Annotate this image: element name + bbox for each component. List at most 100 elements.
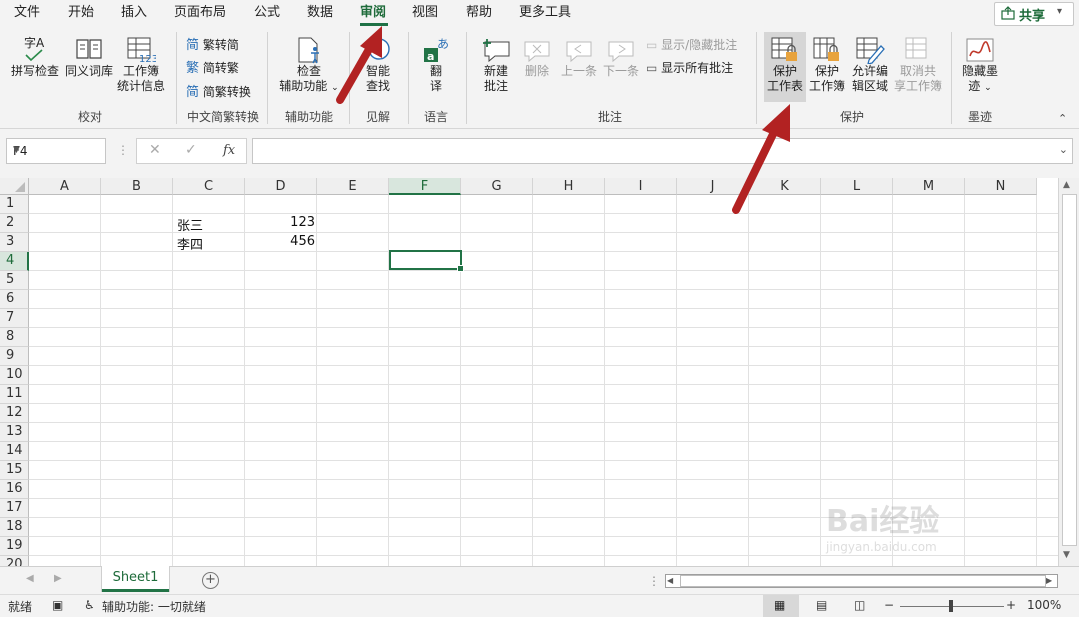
simp-to-trad-button[interactable]: 繁 简转繁 — [186, 57, 239, 76]
svg-text:a: a — [427, 50, 434, 63]
column-header-e[interactable]: E — [317, 178, 389, 195]
row-header-10[interactable]: 10 — [0, 366, 29, 385]
sheet-tab-sheet1[interactable]: Sheet1 — [102, 566, 169, 592]
row-header-11[interactable]: 11 — [0, 385, 29, 404]
column-header-h[interactable]: H — [533, 178, 605, 195]
column-header-l[interactable]: L — [821, 178, 893, 195]
previous-comment-button[interactable]: 上一条 — [558, 34, 600, 100]
scroll-thumb[interactable] — [1062, 194, 1077, 546]
cell-c3[interactable]: 李四 — [177, 234, 203, 253]
collapse-ribbon-icon[interactable]: ⌃ — [1058, 112, 1067, 125]
row-header-13[interactable]: 13 — [0, 423, 29, 442]
vertical-scrollbar[interactable]: ▲ ▼ — [1058, 178, 1079, 566]
row-header-18[interactable]: 18 — [0, 518, 29, 537]
grip-icon: ⋮ — [117, 143, 129, 157]
row-header-7[interactable]: 7 — [0, 309, 29, 328]
row-header-12[interactable]: 12 — [0, 404, 29, 423]
menu-file[interactable]: 文件 — [14, 0, 40, 28]
accessibility-status-icon[interactable]: ♿ — [84, 598, 95, 612]
allow-edit-ranges-button[interactable]: 允许编 辑区域 — [848, 32, 892, 102]
formula-input[interactable]: ⌄ — [252, 138, 1073, 164]
column-header-n[interactable]: N — [965, 178, 1037, 195]
grid-row-line — [29, 422, 1058, 423]
grid-row-line — [29, 384, 1058, 385]
select-all-corner[interactable] — [0, 178, 29, 195]
column-header-d[interactable]: D — [245, 178, 317, 195]
cell-d2[interactable]: 123 — [285, 215, 315, 230]
macro-record-icon[interactable]: ▣ — [52, 598, 63, 612]
row-header-14[interactable]: 14 — [0, 442, 29, 461]
scroll-left-icon[interactable]: ◀ — [667, 576, 673, 585]
thesaurus-button[interactable]: 同义词库 — [62, 34, 116, 96]
hide-ink-button[interactable]: 隐藏墨 迹 ⌄ — [958, 34, 1002, 100]
menu-bar: 文件 开始 插入 页面布局 公式 数据 审阅 视图 帮助 更多工具 — [0, 0, 1079, 28]
menu-view[interactable]: 视图 — [412, 0, 438, 28]
scroll-right-icon[interactable]: ▶ — [1046, 576, 1052, 585]
translate-button[interactable]: aあ 翻 译 — [414, 34, 458, 100]
show-hide-comment-button[interactable]: ▭ 显示/隐藏批注 — [646, 36, 737, 53]
column-header-f[interactable]: F — [389, 178, 461, 195]
unshare-workbook-button[interactable]: 取消共 享工作簿 — [892, 32, 944, 102]
scroll-up-icon[interactable]: ▲ — [1063, 180, 1070, 190]
column-header-g[interactable]: G — [461, 178, 533, 195]
row-header-6[interactable]: 6 — [0, 290, 29, 309]
active-cell-f4[interactable] — [389, 250, 464, 272]
row-header-1[interactable]: 1 — [0, 195, 29, 214]
menu-home[interactable]: 开始 — [68, 0, 94, 28]
row-header-5[interactable]: 5 — [0, 271, 29, 290]
row-header-2[interactable]: 2 — [0, 214, 29, 233]
row-header-3[interactable]: 3 — [0, 233, 29, 252]
menu-more-tools[interactable]: 更多工具 — [519, 0, 571, 28]
insert-function-icon[interactable]: fx — [223, 143, 235, 158]
delete-comment-button[interactable]: 删除 — [518, 34, 556, 100]
enter-icon[interactable]: ✓ — [185, 142, 197, 158]
next-comment-button[interactable]: 下一条 — [600, 34, 642, 100]
row-header-15[interactable]: 15 — [0, 461, 29, 480]
menu-page-layout[interactable]: 页面布局 — [174, 0, 226, 28]
scroll-down-icon[interactable]: ▼ — [1063, 550, 1070, 560]
row-header-8[interactable]: 8 — [0, 328, 29, 347]
chinese-convert-button[interactable]: 简 简繁转换 — [186, 81, 251, 100]
column-header-c[interactable]: C — [173, 178, 245, 195]
name-box[interactable]: F4 ▼ — [6, 138, 106, 164]
trad-to-simp-button[interactable]: 简 繁转简 — [186, 34, 239, 53]
column-header-m[interactable]: M — [893, 178, 965, 195]
page-break-view-icon[interactable]: ◫ — [854, 598, 865, 612]
share-button[interactable]: 共享 ▾ — [994, 2, 1074, 26]
column-header-i[interactable]: I — [605, 178, 677, 195]
accessibility-status[interactable]: 辅助功能: 一切就绪 — [102, 598, 206, 615]
cell-c2[interactable]: 张三 — [177, 215, 203, 234]
fill-handle[interactable] — [457, 265, 464, 272]
row-header-16[interactable]: 16 — [0, 480, 29, 499]
cancel-icon[interactable]: ✕ — [149, 142, 161, 158]
horizontal-scroll-thumb[interactable] — [680, 575, 1046, 587]
protect-workbook-button[interactable]: 保护 工作簿 — [806, 32, 848, 102]
row-header-19[interactable]: 19 — [0, 537, 29, 556]
tab-scroll-left-icon[interactable]: ◀ — [26, 573, 34, 584]
zoom-slider-thumb[interactable] — [949, 600, 953, 612]
tab-scroll-right-icon[interactable]: ▶ — [54, 573, 62, 584]
row-header-17[interactable]: 17 — [0, 499, 29, 518]
splitter-icon[interactable]: ⋮ — [648, 574, 660, 588]
row-header-20[interactable]: 20 — [0, 556, 29, 566]
new-comment-button[interactable]: 新建 批注 — [474, 34, 518, 100]
menu-formulas[interactable]: 公式 — [254, 0, 280, 28]
expand-formula-icon[interactable]: ⌄ — [1059, 143, 1068, 156]
page-layout-view-icon[interactable]: ▤ — [816, 598, 827, 612]
workbook-statistics-button[interactable]: 123 工作簿 统计信息 — [114, 34, 168, 100]
zoom-out-icon[interactable]: − — [884, 598, 894, 612]
normal-view-button[interactable]: ▦ — [763, 595, 799, 617]
cell-d3[interactable]: 456 — [285, 234, 315, 249]
add-sheet-icon[interactable]: + — [202, 572, 219, 589]
row-header-9[interactable]: 9 — [0, 347, 29, 366]
protect-sheet-button[interactable]: 保护 工作表 — [764, 32, 806, 102]
menu-help[interactable]: 帮助 — [466, 0, 492, 28]
spelling-button[interactable]: 字A 拼写检查 — [8, 34, 62, 96]
menu-insert[interactable]: 插入 — [121, 0, 147, 28]
zoom-in-icon[interactable]: + — [1006, 598, 1016, 612]
column-header-b[interactable]: B — [101, 178, 173, 195]
row-header-4[interactable]: 4 — [0, 252, 29, 271]
zoom-level[interactable]: 100% — [1027, 598, 1061, 612]
column-header-a[interactable]: A — [29, 178, 101, 195]
show-all-comments-button[interactable]: ▭ 显示所有批注 — [646, 59, 733, 76]
